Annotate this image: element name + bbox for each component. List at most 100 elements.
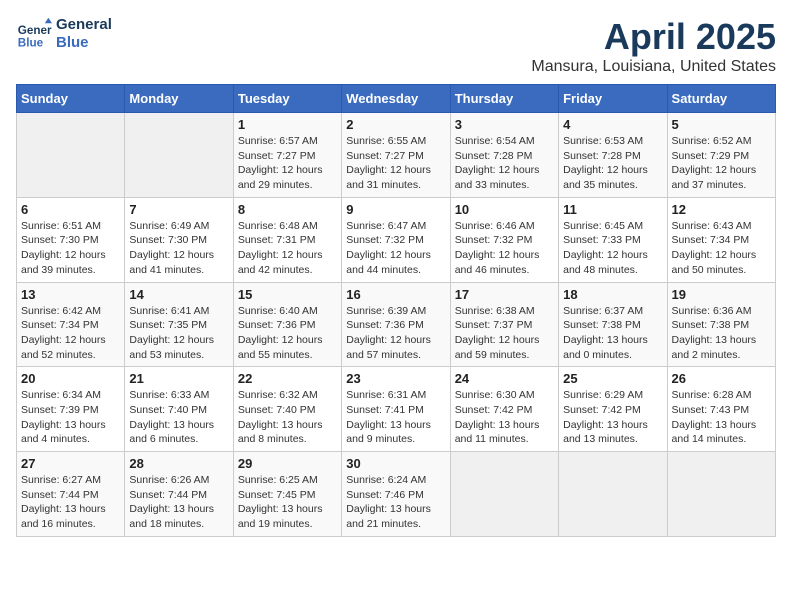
day-number: 1 bbox=[238, 117, 337, 132]
day-detail: Sunrise: 6:33 AMSunset: 7:40 PMDaylight:… bbox=[129, 388, 228, 447]
calendar-cell: 13 Sunrise: 6:42 AMSunset: 7:34 PMDayligh… bbox=[17, 282, 125, 367]
title-area: April 2025 Mansura, Louisiana, United St… bbox=[531, 16, 776, 76]
weekday-header: Saturday bbox=[667, 85, 775, 113]
month-title: April 2025 bbox=[531, 16, 776, 58]
day-number: 7 bbox=[129, 202, 228, 217]
day-number: 25 bbox=[563, 371, 662, 386]
weekday-header: Wednesday bbox=[342, 85, 450, 113]
day-number: 2 bbox=[346, 117, 445, 132]
day-detail: Sunrise: 6:52 AMSunset: 7:29 PMDaylight:… bbox=[672, 134, 771, 193]
calendar-cell: 5 Sunrise: 6:52 AMSunset: 7:29 PMDaylight… bbox=[667, 113, 775, 198]
weekday-header: Thursday bbox=[450, 85, 558, 113]
day-detail: Sunrise: 6:28 AMSunset: 7:43 PMDaylight:… bbox=[672, 388, 771, 447]
day-number: 3 bbox=[455, 117, 554, 132]
day-detail: Sunrise: 6:55 AMSunset: 7:27 PMDaylight:… bbox=[346, 134, 445, 193]
weekday-header: Tuesday bbox=[233, 85, 341, 113]
calendar-cell bbox=[667, 452, 775, 537]
day-detail: Sunrise: 6:54 AMSunset: 7:28 PMDaylight:… bbox=[455, 134, 554, 193]
day-number: 27 bbox=[21, 456, 120, 471]
day-detail: Sunrise: 6:31 AMSunset: 7:41 PMDaylight:… bbox=[346, 388, 445, 447]
calendar-cell: 4 Sunrise: 6:53 AMSunset: 7:28 PMDaylight… bbox=[559, 113, 667, 198]
calendar-cell: 25Sunrise: 6:29 AMSunset: 7:42 PMDayligh… bbox=[559, 367, 667, 452]
day-number: 13 bbox=[21, 287, 120, 302]
day-number: 11 bbox=[563, 202, 662, 217]
day-number: 18 bbox=[563, 287, 662, 302]
day-detail: Sunrise: 6:24 AMSunset: 7:46 PMDaylight:… bbox=[346, 473, 445, 532]
day-detail: Sunrise: 6:45 AMSunset: 7:33 PMDaylight:… bbox=[563, 219, 662, 278]
day-detail: Sunrise: 6:47 AMSunset: 7:32 PMDaylight:… bbox=[346, 219, 445, 278]
day-number: 21 bbox=[129, 371, 228, 386]
calendar-cell: 9 Sunrise: 6:47 AMSunset: 7:32 PMDaylight… bbox=[342, 197, 450, 282]
day-number: 24 bbox=[455, 371, 554, 386]
day-detail: Sunrise: 6:30 AMSunset: 7:42 PMDaylight:… bbox=[455, 388, 554, 447]
calendar-cell: 18 Sunrise: 6:37 AMSunset: 7:38 PMDayligh… bbox=[559, 282, 667, 367]
header: General Blue General Blue April 2025 Man… bbox=[16, 16, 776, 76]
weekday-header: Friday bbox=[559, 85, 667, 113]
day-detail: Sunrise: 6:40 AMSunset: 7:36 PMDaylight:… bbox=[238, 304, 337, 363]
svg-text:General: General bbox=[18, 24, 52, 37]
calendar-cell: 2 Sunrise: 6:55 AMSunset: 7:27 PMDaylight… bbox=[342, 113, 450, 198]
day-detail: Sunrise: 6:37 AMSunset: 7:38 PMDaylight:… bbox=[563, 304, 662, 363]
calendar-cell: 20 Sunrise: 6:34 AMSunset: 7:39 PMDayligh… bbox=[17, 367, 125, 452]
day-number: 30 bbox=[346, 456, 445, 471]
day-number: 15 bbox=[238, 287, 337, 302]
day-detail: Sunrise: 6:42 AMSunset: 7:34 PMDaylight:… bbox=[21, 304, 120, 363]
day-number: 12 bbox=[672, 202, 771, 217]
calendar-cell bbox=[450, 452, 558, 537]
day-number: 19 bbox=[672, 287, 771, 302]
day-detail: Sunrise: 6:36 AMSunset: 7:38 PMDaylight:… bbox=[672, 304, 771, 363]
day-number: 9 bbox=[346, 202, 445, 217]
calendar-week-row: 20 Sunrise: 6:34 AMSunset: 7:39 PMDayligh… bbox=[17, 367, 776, 452]
day-detail: Sunrise: 6:51 AMSunset: 7:30 PMDaylight:… bbox=[21, 219, 120, 278]
day-detail: Sunrise: 6:53 AMSunset: 7:28 PMDaylight:… bbox=[563, 134, 662, 193]
calendar-cell: 26 Sunrise: 6:28 AMSunset: 7:43 PMDayligh… bbox=[667, 367, 775, 452]
day-number: 29 bbox=[238, 456, 337, 471]
weekday-header: Sunday bbox=[17, 85, 125, 113]
calendar-cell: 22 Sunrise: 6:32 AMSunset: 7:40 PMDayligh… bbox=[233, 367, 341, 452]
calendar-cell: 23Sunrise: 6:31 AMSunset: 7:41 PMDayligh… bbox=[342, 367, 450, 452]
calendar-week-row: 27 Sunrise: 6:27 AMSunset: 7:44 PMDayligh… bbox=[17, 452, 776, 537]
calendar-cell: 28 Sunrise: 6:26 AMSunset: 7:44 PMDayligh… bbox=[125, 452, 233, 537]
calendar-cell: 10Sunrise: 6:46 AMSunset: 7:32 PMDayligh… bbox=[450, 197, 558, 282]
calendar-cell: 15 Sunrise: 6:40 AMSunset: 7:36 PMDayligh… bbox=[233, 282, 341, 367]
calendar-cell: 3 Sunrise: 6:54 AMSunset: 7:28 PMDaylight… bbox=[450, 113, 558, 198]
day-number: 14 bbox=[129, 287, 228, 302]
day-number: 5 bbox=[672, 117, 771, 132]
logo: General Blue General Blue bbox=[16, 16, 112, 52]
calendar-cell: 8Sunrise: 6:48 AMSunset: 7:31 PMDaylight… bbox=[233, 197, 341, 282]
svg-text:Blue: Blue bbox=[18, 37, 44, 50]
calendar-cell: 7 Sunrise: 6:49 AMSunset: 7:30 PMDaylight… bbox=[125, 197, 233, 282]
calendar-table: SundayMondayTuesdayWednesdayThursdayFrid… bbox=[16, 84, 776, 537]
weekday-header: Monday bbox=[125, 85, 233, 113]
day-detail: Sunrise: 6:26 AMSunset: 7:44 PMDaylight:… bbox=[129, 473, 228, 532]
day-detail: Sunrise: 6:32 AMSunset: 7:40 PMDaylight:… bbox=[238, 388, 337, 447]
calendar-cell: 11 Sunrise: 6:45 AMSunset: 7:33 PMDayligh… bbox=[559, 197, 667, 282]
day-number: 6 bbox=[21, 202, 120, 217]
calendar-cell bbox=[125, 113, 233, 198]
day-number: 17 bbox=[455, 287, 554, 302]
day-number: 20 bbox=[21, 371, 120, 386]
day-detail: Sunrise: 6:43 AMSunset: 7:34 PMDaylight:… bbox=[672, 219, 771, 278]
calendar-cell: 21 Sunrise: 6:33 AMSunset: 7:40 PMDayligh… bbox=[125, 367, 233, 452]
calendar-cell: 19 Sunrise: 6:36 AMSunset: 7:38 PMDayligh… bbox=[667, 282, 775, 367]
day-detail: Sunrise: 6:41 AMSunset: 7:35 PMDaylight:… bbox=[129, 304, 228, 363]
location-title: Mansura, Louisiana, United States bbox=[531, 58, 776, 76]
day-number: 26 bbox=[672, 371, 771, 386]
logo-general: General bbox=[56, 16, 112, 34]
day-detail: Sunrise: 6:39 AMSunset: 7:36 PMDaylight:… bbox=[346, 304, 445, 363]
calendar-cell: 29 Sunrise: 6:25 AMSunset: 7:45 PMDayligh… bbox=[233, 452, 341, 537]
calendar-cell: 30 Sunrise: 6:24 AMSunset: 7:46 PMDayligh… bbox=[342, 452, 450, 537]
calendar-cell: 27 Sunrise: 6:27 AMSunset: 7:44 PMDayligh… bbox=[17, 452, 125, 537]
calendar-week-row: 13 Sunrise: 6:42 AMSunset: 7:34 PMDayligh… bbox=[17, 282, 776, 367]
day-detail: Sunrise: 6:34 AMSunset: 7:39 PMDaylight:… bbox=[21, 388, 120, 447]
day-detail: Sunrise: 6:27 AMSunset: 7:44 PMDaylight:… bbox=[21, 473, 120, 532]
day-detail: Sunrise: 6:49 AMSunset: 7:30 PMDaylight:… bbox=[129, 219, 228, 278]
day-number: 4 bbox=[563, 117, 662, 132]
calendar-cell bbox=[17, 113, 125, 198]
day-detail: Sunrise: 6:57 AMSunset: 7:27 PMDaylight:… bbox=[238, 134, 337, 193]
day-number: 16 bbox=[346, 287, 445, 302]
day-detail: Sunrise: 6:25 AMSunset: 7:45 PMDaylight:… bbox=[238, 473, 337, 532]
day-number: 22 bbox=[238, 371, 337, 386]
calendar-cell: 16 Sunrise: 6:39 AMSunset: 7:36 PMDayligh… bbox=[342, 282, 450, 367]
day-number: 28 bbox=[129, 456, 228, 471]
